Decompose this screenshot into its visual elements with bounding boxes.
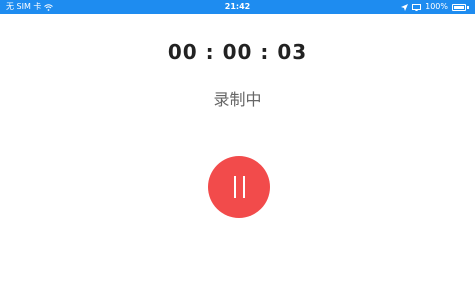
screen-mirror-icon bbox=[412, 3, 422, 11]
pause-icon bbox=[208, 156, 270, 218]
status-right: 100% bbox=[401, 0, 469, 14]
location-arrow-icon bbox=[401, 3, 409, 11]
battery-percent: 100% bbox=[425, 2, 448, 11]
pause-bar-right bbox=[243, 176, 245, 198]
pause-button[interactable] bbox=[208, 156, 270, 218]
battery-fill bbox=[454, 5, 464, 9]
status-bar: 无 SIM 卡 21:42 100% bbox=[0, 0, 475, 14]
elapsed-timer: 00 : 00 : 03 bbox=[167, 40, 308, 64]
battery-icon bbox=[452, 3, 466, 11]
recording-status-label: 录制中 bbox=[213, 90, 262, 109]
battery-tip bbox=[467, 5, 469, 9]
pause-bar-left bbox=[234, 176, 236, 198]
